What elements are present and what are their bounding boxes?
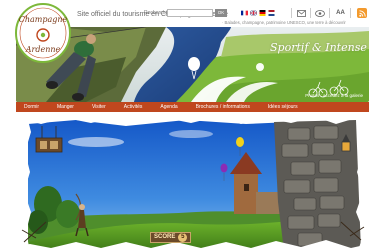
page-frame: Site officiel du tourisme en Champagne-A… [0, 0, 374, 251]
score-label: SCORE [154, 234, 176, 240]
flag-de-icon[interactable] [259, 10, 266, 16]
nav-item[interactable]: Manger [49, 102, 84, 112]
game-scene[interactable] [16, 112, 369, 251]
main-navigation: Dormir Manger Visiter Activités Agenda Brochu… [16, 102, 369, 112]
font-size-button[interactable]: AA [335, 8, 346, 18]
flag-nl-icon[interactable] [268, 10, 275, 16]
language-selector [241, 10, 275, 16]
share-icon[interactable] [314, 8, 325, 18]
search-button[interactable]: OK [215, 9, 227, 17]
logo-text-champagne: Champagne [19, 15, 68, 24]
toolbar-divider [310, 8, 311, 18]
search-label: Recherche [144, 10, 169, 16]
nav-item[interactable]: Brochures / informations [188, 102, 260, 112]
flag-en-icon[interactable] [250, 10, 257, 16]
site-logo[interactable]: Champagne Ardenne [14, 2, 72, 66]
game-area[interactable]: SCORE 5 [16, 112, 369, 251]
toolbar-divider [350, 8, 351, 18]
score-display: SCORE 5 [150, 232, 192, 243]
nav-item[interactable]: Dormir [16, 102, 49, 112]
toolbar-divider [291, 8, 292, 18]
logo-text-ardenne: Ardenne [25, 45, 61, 54]
search-input[interactable] [167, 9, 213, 17]
rss-icon[interactable] [357, 8, 367, 18]
banner-title: Sportif & Intense [270, 41, 367, 54]
nav-item[interactable]: Agenda [152, 102, 187, 112]
site-subtagline: · Balades, champagne, patrimoine UNESCO,… [222, 20, 346, 25]
toolbar-divider [329, 8, 330, 18]
nav-item[interactable]: Visiter [84, 102, 116, 112]
nav-item[interactable]: Idées séjours [260, 102, 308, 112]
score-value: 5 [178, 233, 188, 242]
nav-item[interactable]: Activités [116, 102, 153, 112]
gallery-link[interactable]: Photos : accédez à la galerie [305, 93, 363, 98]
envelope-icon[interactable] [296, 8, 307, 18]
flag-fr-icon[interactable] [241, 10, 248, 16]
